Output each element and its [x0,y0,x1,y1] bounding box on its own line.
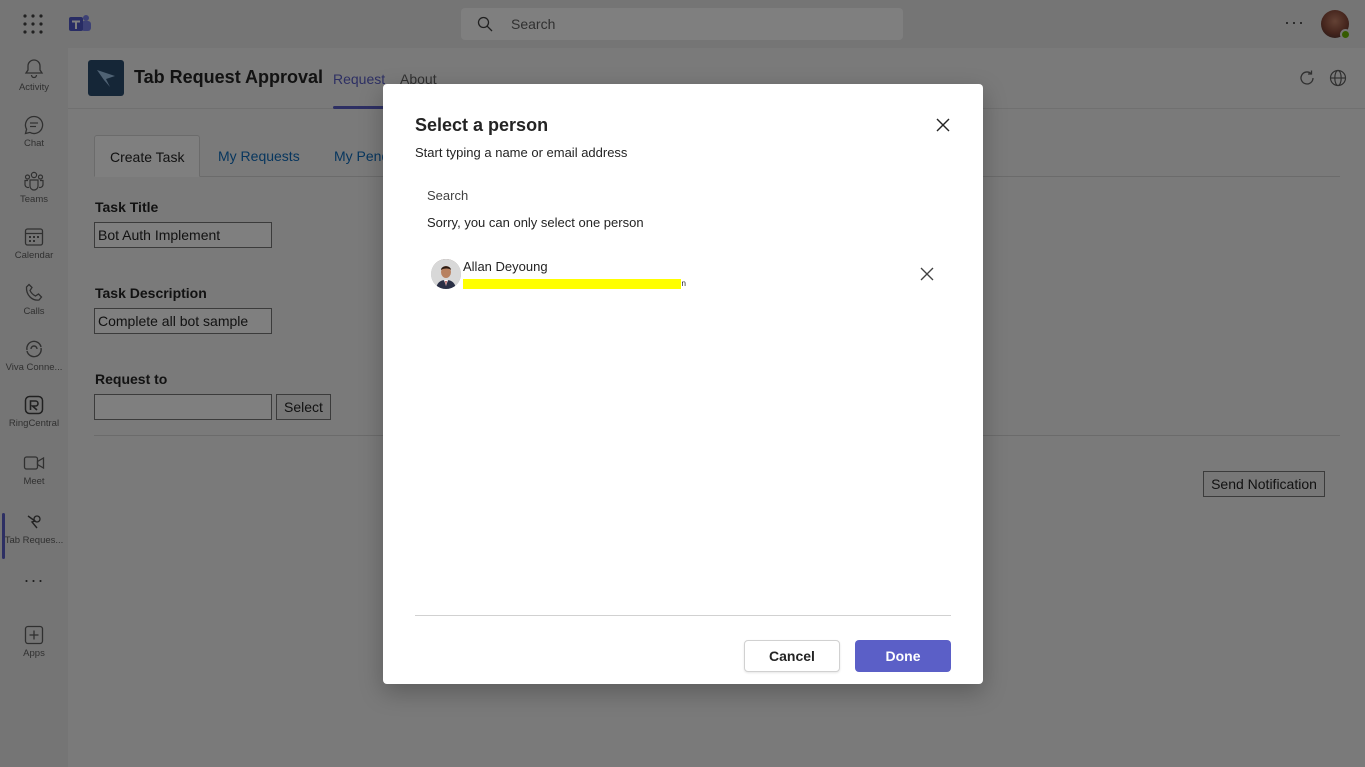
person-email-redacted: n [463,279,686,289]
done-button[interactable]: Done [855,640,951,672]
person-avatar [431,259,461,289]
selected-person: Allan Deyoung n [427,256,947,296]
dialog-subtitle: Start typing a name or email address [415,145,628,160]
email-tail: n [680,279,686,289]
close-icon[interactable] [933,115,953,135]
dialog-title: Select a person [415,115,549,135]
dialog-divider [415,615,951,616]
single-selection-warning: Sorry, you can only select one person [427,215,644,230]
remove-person-icon[interactable] [919,266,935,282]
cancel-button[interactable]: Cancel [744,640,840,672]
select-person-dialog: Select a person Start typing a name or e… [383,84,983,684]
people-search-input[interactable]: Search [427,188,468,203]
person-name: Allan Deyoung [463,259,548,274]
